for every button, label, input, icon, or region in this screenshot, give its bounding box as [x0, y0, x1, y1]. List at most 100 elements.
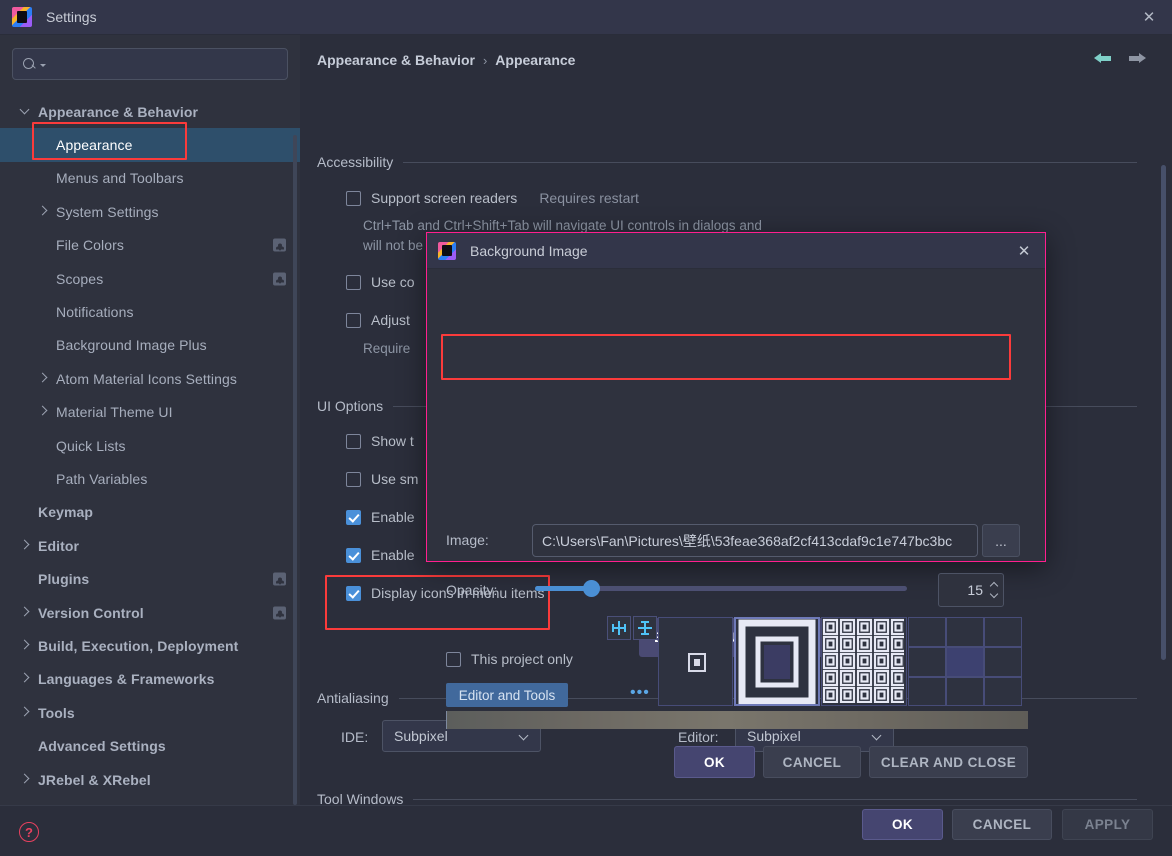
checkbox-ui-option-1[interactable]: Show t [346, 433, 414, 449]
sidebar-item-path-variables[interactable]: Path Variables [0, 462, 300, 495]
scope-button[interactable]: Editor and Tools [446, 683, 568, 707]
chevron-down-icon[interactable] [20, 107, 30, 117]
opacity-label: Opacity: [446, 582, 498, 598]
checkbox-box[interactable] [346, 274, 361, 290]
chevron-right-icon[interactable] [38, 407, 48, 417]
section-title: UI Options [317, 398, 384, 414]
anchor-bottom-left[interactable] [908, 677, 946, 706]
sidebar-item-jrebel-xrebel[interactable]: JRebel & XRebel [0, 763, 300, 796]
breadcrumb: Appearance & Behavior › Appearance [317, 52, 575, 68]
chevron-right-icon[interactable] [20, 775, 30, 785]
sidebar-scrollbar[interactable] [293, 135, 297, 805]
sidebar-item-material-theme-ui[interactable]: Material Theme UI [0, 396, 300, 429]
opacity-slider[interactable] [535, 580, 907, 597]
ok-button[interactable]: OK [862, 809, 943, 840]
chevron-right-icon[interactable] [20, 674, 30, 684]
checkbox-label: This project only [471, 651, 573, 667]
arrow-forward-icon[interactable] [1128, 51, 1146, 66]
anchor-top-center[interactable] [946, 617, 984, 647]
opacity-slider-handle[interactable] [583, 580, 600, 597]
sidebar-item-appearance-behavior[interactable]: Appearance & Behavior [0, 95, 300, 128]
apply-button[interactable]: APPLY [1062, 809, 1153, 840]
arrow-back-icon[interactable] [1094, 51, 1112, 66]
project-scope-badge-icon [273, 606, 286, 620]
fill-mode-scaled[interactable] [734, 617, 820, 706]
sidebar-item-background-image-plus[interactable]: Background Image Plus [0, 329, 300, 362]
checkbox-box[interactable] [346, 471, 361, 487]
sidebar-item-system-settings[interactable]: System Settings [0, 195, 300, 228]
sidebar-item-editor[interactable]: Editor [0, 529, 300, 562]
chevron-right-icon[interactable] [38, 374, 48, 384]
checkbox-adjust-colors[interactable]: Adjust [346, 312, 410, 328]
anchor-middle-right[interactable] [984, 647, 1022, 677]
chevron-right-icon[interactable] [20, 541, 30, 551]
image-path-input[interactable]: C:\Users\Fan\Pictures\壁纸\53feae368af2cf4… [532, 524, 978, 557]
chevron-right-icon[interactable] [20, 708, 30, 718]
sidebar-item-atom-material-icons-settings[interactable]: Atom Material Icons Settings [0, 362, 300, 395]
sidebar-item-plugins[interactable]: Plugins [0, 562, 300, 595]
spinner-up-icon[interactable] [990, 582, 998, 588]
chevron-right-icon[interactable] [20, 641, 30, 651]
project-scope-badge-icon [273, 238, 286, 252]
more-options-icon[interactable]: ••• [630, 685, 650, 701]
sidebar-item-label: Languages & Frameworks [38, 671, 215, 688]
checkbox-box[interactable] [346, 433, 361, 449]
sidebar-item-file-colors[interactable]: File Colors [0, 229, 300, 262]
checkbox-ui-option-2[interactable]: Use sm [346, 471, 418, 487]
checkbox-ui-option-4[interactable]: Enable [346, 547, 415, 563]
checkbox-box[interactable] [346, 585, 361, 601]
anchor-top-left[interactable] [908, 617, 946, 647]
fill-mode-tiled[interactable] [821, 617, 907, 706]
checkbox-box[interactable] [346, 547, 361, 563]
checkbox-box[interactable] [346, 509, 361, 525]
checkbox-this-project-only[interactable]: This project only [446, 651, 573, 667]
checkbox-ui-option-3[interactable]: Enable [346, 509, 415, 525]
checkbox-box[interactable] [446, 651, 461, 667]
checkbox-box[interactable] [346, 312, 361, 328]
opacity-spinner[interactable]: 15 [938, 573, 1004, 607]
sidebar-item-languages-frameworks[interactable]: Languages & Frameworks [0, 663, 300, 696]
navigation-arrows [1094, 51, 1146, 66]
sidebar-item-label: Notifications [56, 304, 134, 321]
sidebar-item-scopes[interactable]: Scopes [0, 262, 300, 295]
sidebar-item-build-execution-deployment[interactable]: Build, Execution, Deployment [0, 629, 300, 662]
chevron-down-icon[interactable] [40, 64, 46, 67]
checkbox-use-contrast-scrollbars[interactable]: Use co [346, 274, 415, 290]
sidebar-item-version-control[interactable]: Version Control [0, 596, 300, 629]
project-scope-badge-icon [273, 572, 286, 586]
section-tool-windows-header: Tool Windows [317, 791, 1137, 805]
sidebar-item-appearance[interactable]: Appearance [0, 128, 300, 162]
divider [413, 798, 1137, 800]
chevron-right-icon[interactable] [20, 608, 30, 618]
dialog-clear-and-close-button[interactable]: CLEAR AND CLOSE [869, 746, 1028, 778]
anchor-middle-center[interactable] [946, 647, 984, 677]
search-input-wrapper[interactable] [12, 48, 288, 80]
sidebar-item-keymap[interactable]: Keymap [0, 496, 300, 529]
checkbox-support-screen-readers[interactable]: Support screen readers Requires restart [346, 190, 639, 206]
sidebar-item-label: JRebel & XRebel [38, 771, 151, 788]
checkbox-box[interactable] [346, 190, 361, 206]
fill-mode-center[interactable] [658, 617, 733, 706]
help-icon[interactable]: ? [19, 822, 39, 842]
main-scrollbar[interactable] [1161, 165, 1166, 660]
sidebar-item-menus-and-toolbars[interactable]: Menus and Toolbars [0, 162, 300, 195]
sidebar-item-tools[interactable]: Tools [0, 696, 300, 729]
anchor-bottom-center[interactable] [946, 677, 984, 706]
dialog-title: Background Image [470, 242, 588, 259]
sidebar-item-advanced-settings[interactable]: Advanced Settings [0, 729, 300, 762]
close-icon[interactable]: ✕ [1013, 241, 1035, 261]
chevron-right-icon[interactable] [38, 207, 48, 217]
dialog-cancel-button[interactable]: CANCEL [763, 746, 861, 778]
anchor-top-right[interactable] [984, 617, 1022, 647]
anchor-middle-left[interactable] [908, 647, 946, 677]
close-icon[interactable]: ✕ [1126, 0, 1172, 34]
dialog-ok-button[interactable]: OK [674, 746, 755, 778]
cancel-button[interactable]: CANCEL [952, 809, 1052, 840]
breadcrumb-parent[interactable]: Appearance & Behavior [317, 52, 475, 68]
spinner-down-icon[interactable] [990, 592, 998, 598]
sidebar-item-notifications[interactable]: Notifications [0, 295, 300, 328]
anchor-bottom-right[interactable] [984, 677, 1022, 706]
browse-button[interactable]: ... [982, 524, 1020, 557]
image-path-label: Image: [446, 532, 489, 548]
sidebar-item-quick-lists[interactable]: Quick Lists [0, 429, 300, 462]
